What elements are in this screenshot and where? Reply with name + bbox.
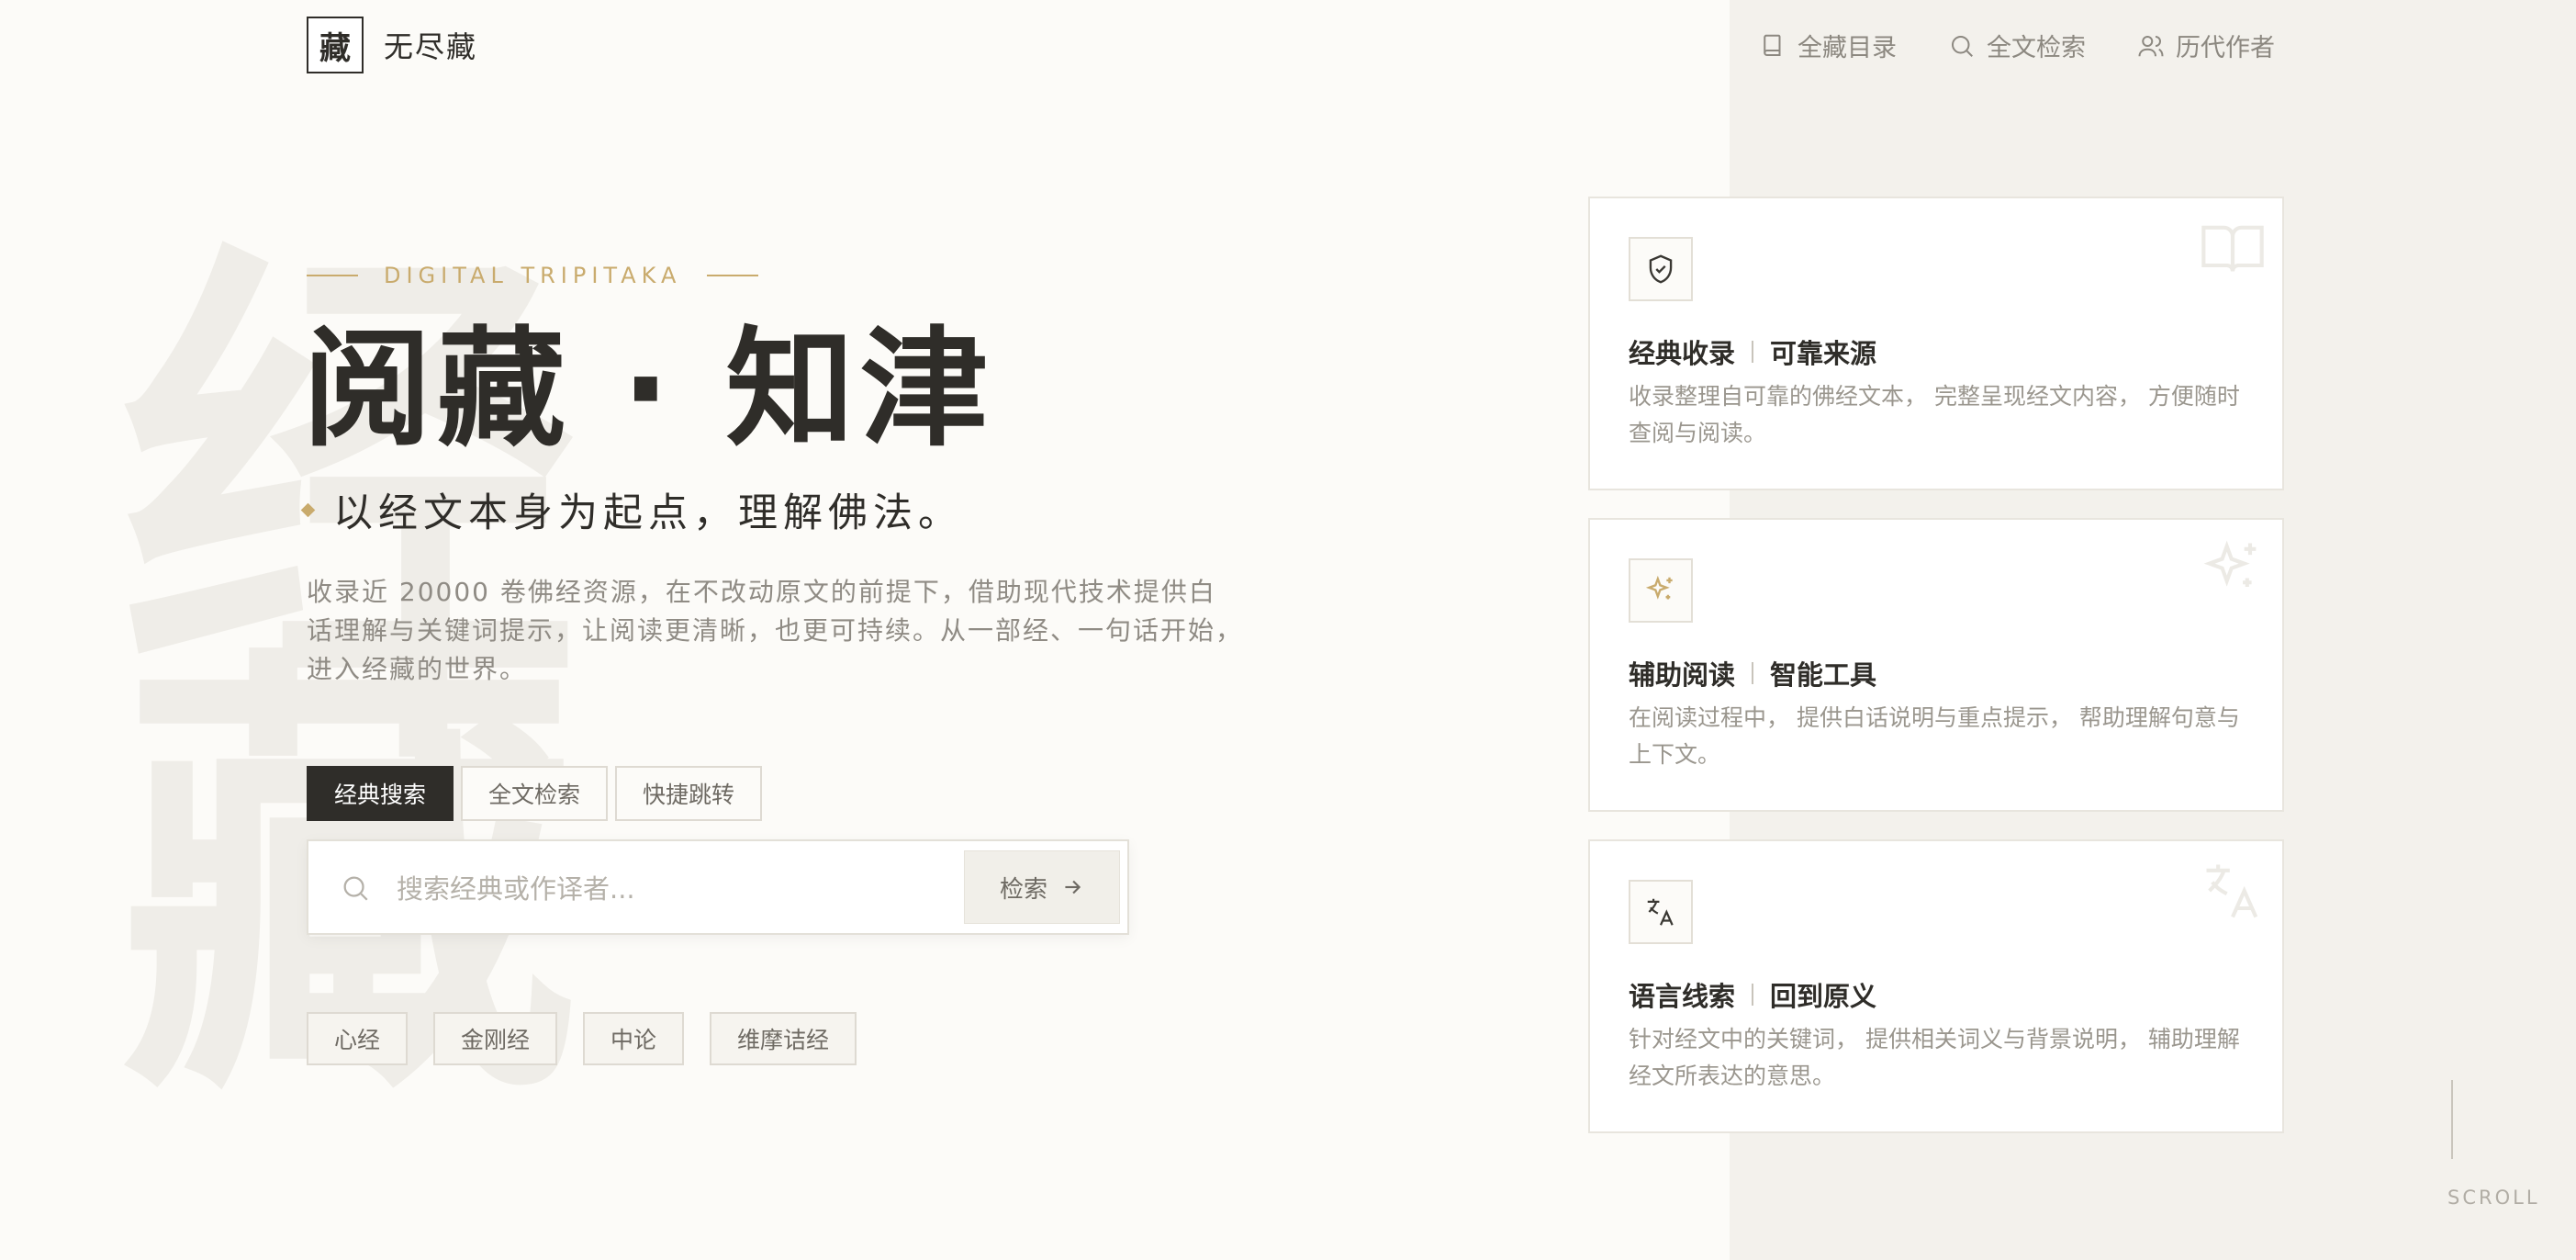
feature-description: 在阅读过程中， 提供白话说明与重点提示， 帮助理解句意与上下文。 xyxy=(1629,704,2240,768)
search-input[interactable] xyxy=(397,861,892,917)
eyebrow-line xyxy=(707,275,759,276)
search-icon xyxy=(1952,35,1973,57)
feature-title: 经典收录 可靠来源 xyxy=(1629,332,1876,371)
eyebrow: DIGITAL TRIPITAKA xyxy=(307,263,759,288)
shield-check-icon xyxy=(1649,254,1673,284)
nav-label: 全藏目录 xyxy=(1798,34,1897,62)
users-icon xyxy=(2138,35,2164,56)
search-button-label: 检索 xyxy=(999,875,1047,904)
translate-icon xyxy=(1647,898,1674,926)
hero-subtitle: 以经文本身为起点，理解佛法。 xyxy=(300,481,963,538)
search-submit-button[interactable]: 检索 xyxy=(964,850,1120,924)
quick-link-chip[interactable]: 中论 xyxy=(583,1012,685,1065)
eyebrow-line xyxy=(307,275,358,276)
feature-icon-box xyxy=(1629,558,1693,623)
feature-icon-box xyxy=(1629,880,1693,944)
top-nav: 全藏目录 全文检索 历代作者 xyxy=(1759,28,2275,63)
tab-fulltext-search[interactable]: 全文检索 xyxy=(461,766,609,821)
nav-label: 历代作者 xyxy=(2176,34,2275,62)
quick-link-chip[interactable]: 维摩诘经 xyxy=(710,1012,857,1065)
search-tabs: 经典搜索 全文检索 快捷跳转 xyxy=(307,766,763,821)
feature-card-reading-aid: 辅助阅读 智能工具 在阅读过程中， 提供白话说明与重点提示， 帮助理解句意与上下… xyxy=(1588,518,2284,812)
scroll-indicator[interactable]: SCROLL xyxy=(2447,1080,2537,1209)
title-divider xyxy=(1752,341,1754,363)
feature-title-sub: 回到原义 xyxy=(1770,981,1877,1012)
feature-title-sub: 可靠来源 xyxy=(1770,338,1877,369)
feature-card-collection: 经典收录 可靠来源 收录整理自可靠的佛经文本， 完整呈现经文内容， 方便随时查阅… xyxy=(1588,197,2284,490)
nav-catalog[interactable]: 全藏目录 xyxy=(1759,28,1897,63)
feature-title: 语言线索 回到原义 xyxy=(1629,975,1876,1014)
feature-icon-box xyxy=(1629,237,1693,301)
tab-quick-jump[interactable]: 快捷跳转 xyxy=(615,766,763,821)
search-icon xyxy=(343,876,368,901)
quick-links: 心经 金刚经 中论 维摩诘经 xyxy=(307,1012,857,1065)
eyebrow-text: DIGITAL TRIPITAKA xyxy=(384,263,682,288)
translate-icon xyxy=(2206,864,2258,918)
scroll-label: SCROLL xyxy=(2447,1187,2540,1209)
nav-fulltext-search[interactable]: 全文检索 xyxy=(1948,28,2086,63)
site-name: 无尽藏 xyxy=(384,29,478,64)
hero-description: 收录近 20000 卷佛经资源，在不改动原文的前提下，借助现代技术提供白话理解与… xyxy=(307,577,1244,684)
hero-title: 阅藏 · 知津 xyxy=(303,315,994,465)
feature-title-main: 经典收录 xyxy=(1629,338,1736,369)
feature-description: 收录整理自可靠的佛经文本， 完整呈现经文内容， 方便随时查阅与阅读。 xyxy=(1629,383,2240,446)
feature-title-main: 语言线索 xyxy=(1629,981,1736,1012)
feature-title-main: 辅助阅读 xyxy=(1629,659,1736,691)
site-logo[interactable]: 藏 无尽藏 xyxy=(307,17,477,73)
quick-link-chip[interactable]: 心经 xyxy=(307,1012,409,1065)
diamond-icon xyxy=(300,502,316,517)
feature-description: 针对经文中的关键词， 提供相关词义与背景说明， 辅助理解经文所表达的意思。 xyxy=(1629,1026,2240,1089)
arrow-right-icon xyxy=(1065,880,1081,894)
feature-title-sub: 智能工具 xyxy=(1770,659,1877,691)
sparkles-icon xyxy=(1645,575,1673,600)
subtitle-text: 以经文本身为起点，理解佛法。 xyxy=(333,490,963,536)
title-divider xyxy=(1752,662,1754,684)
book-icon xyxy=(1764,34,1781,56)
quick-link-chip[interactable]: 金刚经 xyxy=(433,1012,558,1065)
feature-card-language: 语言线索 回到原义 针对经文中的关键词， 提供相关词义与背景说明， 辅助理解经文… xyxy=(1588,839,2284,1133)
open-book-icon xyxy=(2201,225,2264,272)
logo-mark: 藏 xyxy=(307,17,364,73)
scroll-line xyxy=(2451,1080,2453,1159)
nav-authors[interactable]: 历代作者 xyxy=(2137,28,2275,63)
tab-classic-search[interactable]: 经典搜索 xyxy=(307,766,454,821)
feature-title: 辅助阅读 智能工具 xyxy=(1629,654,1876,692)
page: 经 藏 藏 无尽藏 全藏目录 全文检索 历代作者 DIGITAL TRIPITA… xyxy=(0,0,2576,1260)
title-divider xyxy=(1752,984,1754,1006)
sparkles-icon xyxy=(2203,540,2257,587)
nav-label: 全文检索 xyxy=(1987,34,2086,62)
search-box: 检索 xyxy=(307,839,1129,935)
